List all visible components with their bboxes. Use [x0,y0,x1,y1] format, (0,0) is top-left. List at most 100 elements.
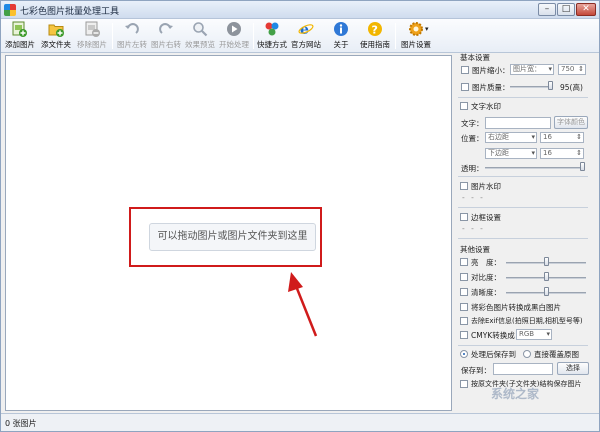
save-to-label: 保存到： [461,366,491,375]
image-settings-label: 图片设置 [401,40,431,49]
rotate-left-button[interactable]: 图片左转 [117,21,147,51]
keep-structure-checkbox[interactable] [460,380,468,388]
close-button[interactable]: ✕ [576,3,596,16]
opacity-slider[interactable] [485,167,585,169]
sharpness-checkbox[interactable] [460,288,468,296]
about-button[interactable]: 关于 [327,21,355,51]
horizontal-margin-spinner[interactable]: 16 [540,132,584,143]
shortcut-button[interactable]: 快捷方式 [257,21,287,51]
opacity-label: 透明： [461,164,484,173]
sharpness-slider-thumb[interactable] [544,287,549,296]
start-process-button[interactable]: 开始处理 [219,21,249,51]
contrast-checkbox[interactable] [460,273,468,281]
remove-image-label: 移除图片 [77,40,107,49]
border-settings-heading: 边框设置 [471,213,501,222]
grayscale-label: 将彩色图片转换成黑白图片 [471,303,561,312]
remove-image-button[interactable]: 移除图片 [77,21,107,51]
quality-slider-thumb[interactable] [548,81,553,90]
maximize-button[interactable]: □ [557,3,575,16]
preview-button[interactable]: 效果预览 [185,21,215,51]
toolbar-separator [395,23,396,49]
divider [458,176,588,177]
other-settings-heading: 其他设置 [460,245,490,254]
border-checkbox[interactable] [460,213,468,221]
toolbar-separator [112,23,113,49]
site-watermark: 系统之家 [491,387,540,401]
choose-folder-button[interactable]: 选择 [557,362,589,375]
rotate-right-button[interactable]: 图片右转 [151,21,181,51]
play-icon [226,21,242,37]
help-icon: ? [367,21,383,37]
brightness-checkbox[interactable] [460,258,468,266]
app-logo-icon [4,4,16,16]
magnifier-icon [192,21,208,37]
svg-text:?: ? [372,24,378,37]
cmyk-label: CMYK转换成： [471,331,523,340]
cmyk-target-select[interactable]: RGB [516,329,552,340]
divider [458,345,588,346]
website-button[interactable]: e 官方网站 [291,21,321,51]
add-image-button[interactable]: 添加图片 [5,21,35,51]
quality-checkbox[interactable] [461,83,469,91]
contrast-slider-thumb[interactable] [544,272,549,281]
add-folder-icon [48,21,64,37]
shrink-value-spinner[interactable]: 750 [558,64,586,75]
image-watermark-heading: 图片水印 [471,182,501,191]
rotate-right-label: 图片右转 [151,40,181,49]
brightness-label: 亮 度： [471,258,501,267]
font-color-button[interactable]: 字体颜色 [554,116,588,129]
quality-slider[interactable] [510,86,552,88]
about-label: 关于 [333,40,349,49]
minimize-button[interactable]: – [538,3,556,16]
horizontal-position-select[interactable]: 右边距 [485,132,537,143]
text-watermark-heading: 文字水印 [471,102,501,111]
add-folder-button[interactable]: 添文件夹 [41,21,71,51]
shapes-icon [264,21,280,37]
save-path-input[interactable] [493,363,553,375]
toolbar-separator [253,23,254,49]
remove-exif-checkbox[interactable] [460,317,468,325]
guide-button[interactable]: ? 使用指南 [359,21,391,51]
rotate-right-icon [158,21,174,37]
watermark-text-label: 文字： [461,119,484,128]
vertical-position-select[interactable]: 下边距 [485,148,537,159]
brightness-slider-thumb[interactable] [544,257,549,266]
cmyk-checkbox[interactable] [460,331,468,339]
text-watermark-checkbox[interactable] [460,102,468,110]
title-bar: 七彩色图片批量处理工具 – □ ✕ [1,1,599,19]
overwrite-radio[interactable] [523,350,531,358]
toolbar: 添加图片 添文件夹 移除图片 图片左转 图片右转 效果预览 开始处理 快捷方式 … [1,19,599,53]
divider [458,238,588,239]
add-image-icon [11,21,27,37]
add-image-label: 添加图片 [5,40,35,49]
shrink-mode-select[interactable]: 图片宽： [510,64,554,75]
info-icon [333,21,349,37]
rotate-left-label: 图片左转 [117,40,147,49]
image-drop-area[interactable]: 可以拖动图片或图片文件夹到这里 [5,55,452,411]
add-folder-label: 添文件夹 [41,40,71,49]
settings-panel: 基本设置 图片缩小： 图片宽： 750 图片质量： 95(高) 文字水印 文字：… [456,53,597,411]
svg-text:e: e [300,22,309,37]
start-process-label: 开始处理 [219,40,249,49]
watermark-text-input[interactable] [485,117,551,129]
sharpness-label: 清晰度： [471,288,501,297]
overwrite-label: 直接覆盖原图 [534,350,579,359]
image-watermark-collapsed: - - - [462,193,485,202]
window-title: 七彩色图片批量处理工具 [20,7,120,17]
settings-dropdown-arrow-icon[interactable]: ▾ [425,25,429,33]
opacity-slider-thumb[interactable] [580,162,585,171]
website-label: 官方网站 [291,40,321,49]
save-to-folder-radio[interactable] [460,350,468,358]
divider [458,207,588,208]
divider [458,97,588,98]
shrink-checkbox[interactable] [461,66,469,74]
grayscale-checkbox[interactable] [460,303,468,311]
ie-icon: e [298,21,314,38]
red-arrow-annotation [288,272,318,337]
vertical-margin-spinner[interactable]: 16 [540,148,584,159]
gear-icon [408,21,424,37]
image-watermark-checkbox[interactable] [460,182,468,190]
position-label: 位置： [461,134,484,143]
save-to-folder-label: 处理后保存到 [471,350,516,359]
border-collapsed: - - - [462,224,485,233]
